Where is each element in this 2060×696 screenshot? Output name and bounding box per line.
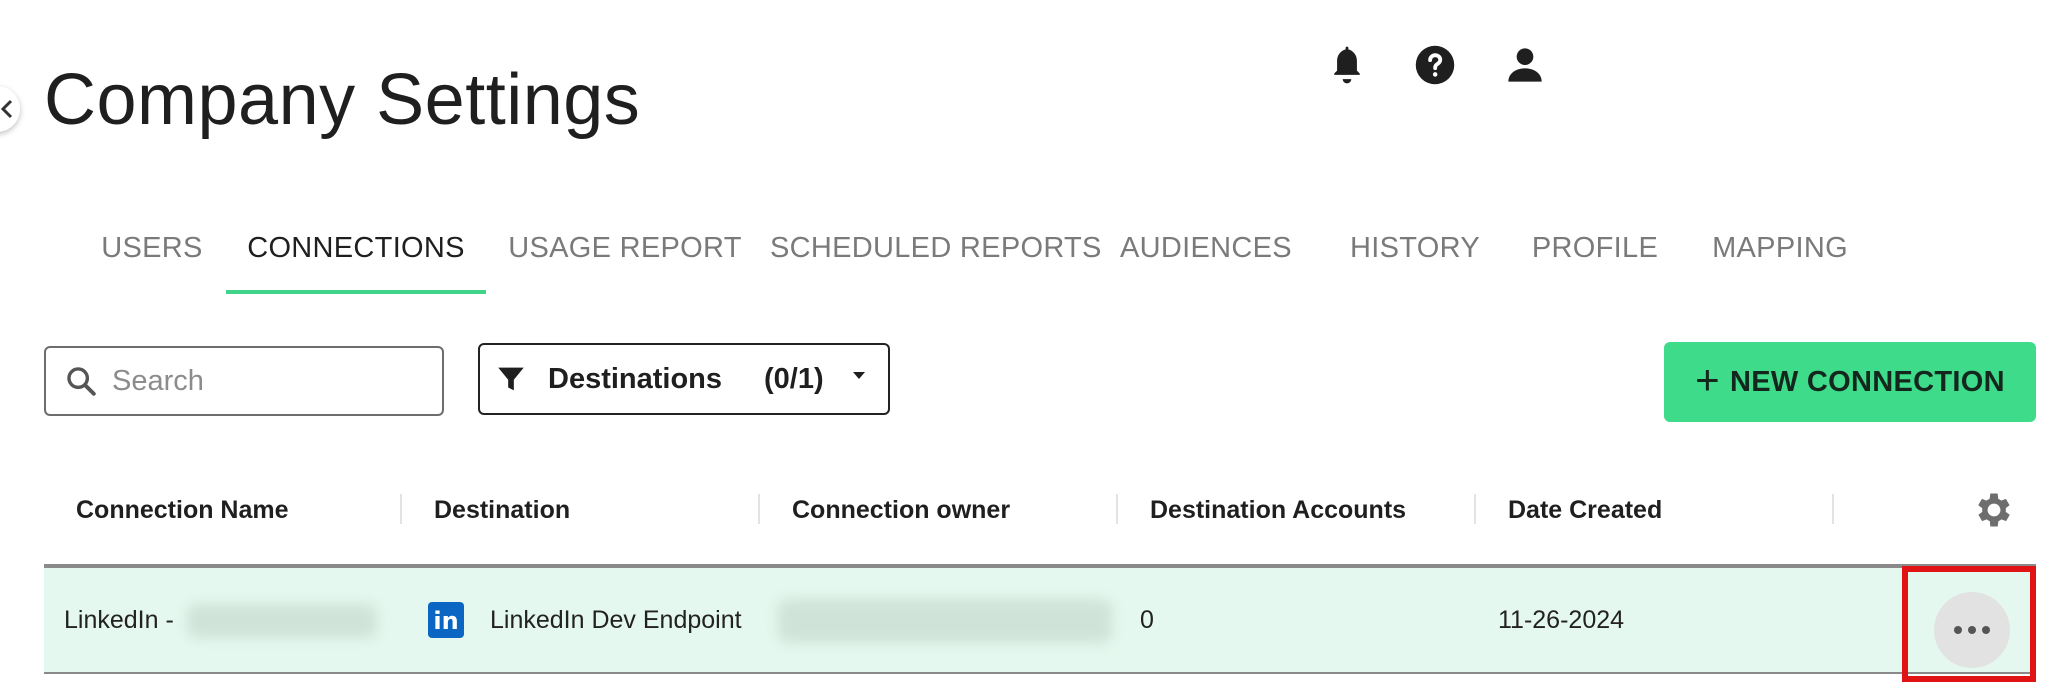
redacted-text (778, 599, 1112, 644)
tab-history[interactable]: HISTORY (1340, 222, 1490, 294)
gear-icon[interactable] (1972, 488, 2016, 532)
tab-label: AUDIENCES (1120, 232, 1292, 264)
tab-audiences[interactable]: AUDIENCES (1120, 222, 1292, 294)
column-header-destination[interactable]: Destination (434, 480, 570, 540)
new-connection-label: NEW CONNECTION (1729, 365, 2005, 398)
filter-icon (498, 367, 524, 391)
tab-scheduled-reports[interactable]: SCHEDULED REPORTS (770, 222, 1101, 294)
column-header-date-created[interactable]: Date Created (1508, 480, 1662, 540)
column-divider[interactable] (1474, 494, 1476, 524)
account-button[interactable] (1498, 38, 1552, 92)
company-settings-page: Company Settings USERS CONNECTIONS USAGE… (0, 0, 2060, 696)
more-dots-icon (1954, 626, 1962, 634)
date-created-cell: 11-26-2024 (1498, 606, 1625, 634)
column-divider[interactable] (1832, 494, 1834, 524)
table-header: Connection Name Destination Connection o… (44, 480, 2036, 564)
tab-usage-report[interactable]: USAGE REPORT (500, 222, 750, 294)
tab-label: CONNECTIONS (247, 232, 465, 264)
chevron-left-icon (0, 99, 13, 119)
tab-label: SCHEDULED REPORTS (770, 232, 1102, 264)
destinations-filter-dropdown[interactable]: Destinations (0/1) (478, 343, 890, 415)
row-actions-highlight (1902, 566, 2036, 682)
tab-profile[interactable]: PROFILE (1530, 222, 1660, 294)
column-divider[interactable] (400, 494, 402, 524)
column-header-destination-accounts[interactable]: Destination Accounts (1150, 480, 1406, 540)
filter-label: Destinations (548, 362, 723, 395)
column-divider[interactable] (758, 494, 760, 524)
column-divider[interactable] (1116, 494, 1118, 524)
tab-label: HISTORY (1350, 232, 1480, 264)
tab-users[interactable]: USERS (78, 222, 226, 294)
tab-label: USERS (101, 232, 203, 264)
more-dots-icon (1968, 626, 1976, 634)
column-header-connection-owner[interactable]: Connection owner (792, 480, 1010, 540)
destination-accounts-cell: 0 (1140, 606, 1154, 634)
plus-icon: + (1695, 356, 1720, 403)
help-icon (1415, 45, 1455, 85)
new-connection-button[interactable]: + NEW CONNECTION (1664, 342, 2036, 422)
active-tab-indicator (226, 290, 486, 294)
table-row[interactable]: LinkedIn - in LinkedIn Dev Endpoint 0 11… (44, 568, 2036, 674)
search-input[interactable] (110, 363, 414, 399)
row-actions-button[interactable] (1934, 592, 2010, 668)
tab-connections[interactable]: CONNECTIONS (226, 222, 486, 294)
caret-down-icon (853, 372, 865, 379)
bell-icon (1334, 46, 1360, 84)
redacted-text (186, 604, 377, 639)
search-icon (67, 367, 96, 396)
tab-label: USAGE REPORT (508, 232, 742, 264)
connection-name-cell[interactable]: LinkedIn - (64, 568, 377, 672)
user-icon (1508, 48, 1542, 82)
back-button[interactable] (0, 86, 20, 132)
more-dots-icon (1982, 626, 1990, 634)
page-title: Company Settings (44, 60, 641, 140)
search-box (44, 346, 444, 416)
help-button[interactable] (1408, 38, 1462, 92)
destination-cell: LinkedIn Dev Endpoint (490, 606, 742, 634)
tab-mapping[interactable]: MAPPING (1706, 222, 1854, 294)
notifications-button[interactable] (1320, 38, 1374, 92)
filter-count: (0/1) (764, 362, 824, 395)
linkedin-icon: in (428, 602, 464, 638)
tab-label: PROFILE (1531, 232, 1659, 264)
connection-name: LinkedIn - (64, 606, 174, 634)
tab-label: MAPPING (1712, 232, 1848, 264)
connection-owner-cell (778, 568, 1112, 672)
column-header-connection-name[interactable]: Connection Name (76, 480, 289, 540)
